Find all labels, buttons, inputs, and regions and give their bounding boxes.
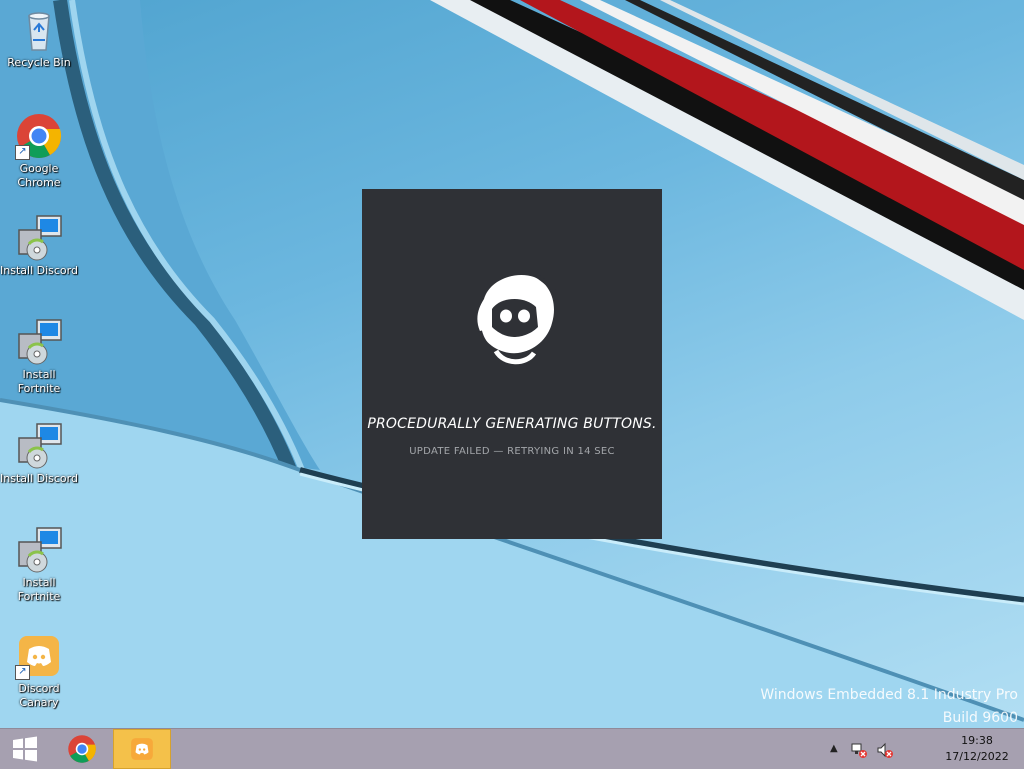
desktop-icon-label: Install Fortnite [17, 576, 61, 603]
discord-update-splash: PROCEDURALLY GENERATING BUTTONS. UPDATE … [362, 189, 662, 539]
desktop-icon-label: Install Fortnite [17, 368, 61, 395]
desktop-icon-recycle-bin[interactable]: Recycle Bin [0, 6, 78, 70]
watermark-edition: Windows Embedded 8.1 Industry Pro [760, 687, 1018, 703]
desktop-icon-label: Install Discord [0, 264, 78, 277]
chevron-up-icon[interactable]: ▲ [830, 743, 838, 754]
desktop-icon-label: Recycle Bin [7, 56, 71, 69]
taskbar-chrome-button[interactable] [60, 729, 104, 769]
discord-icon [131, 738, 153, 760]
recycle-bin-icon [15, 6, 63, 54]
desktop-icon-discord-canary[interactable]: ↗ Discord Canary [0, 632, 78, 710]
installer-icon [15, 214, 63, 262]
installer-icon [15, 422, 63, 470]
desktop-icon-install-fortnite-2[interactable]: Install Fortnite [0, 526, 78, 604]
clock-date: 17/12/2022 [945, 750, 1009, 763]
start-button[interactable] [0, 729, 50, 769]
desktop-icon-google-chrome[interactable]: ↗ Google Chrome [0, 112, 78, 190]
shortcut-arrow-icon: ↗ [15, 145, 30, 160]
desktop-icon-label: Discord Canary [18, 682, 60, 709]
taskbar-clock[interactable]: 19:38 17/12/2022 [930, 733, 1024, 765]
discord-logo-icon [477, 273, 556, 365]
desktop-icon-install-discord[interactable]: Install Discord [0, 214, 78, 278]
installer-icon [15, 526, 63, 574]
shortcut-arrow-icon: ↗ [15, 665, 30, 680]
installer-icon [15, 318, 63, 366]
discord-icon: ↗ [15, 632, 63, 680]
volume-muted-icon[interactable] [876, 741, 894, 759]
watermark-build: Build 9600 [942, 710, 1018, 726]
desktop-icon-install-fortnite[interactable]: Install Fortnite [0, 318, 78, 396]
clock-time: 19:38 [961, 734, 993, 747]
desktop-icon-label: Install Discord [0, 472, 78, 485]
windows-watermark: Windows Embedded 8.1 Industry Pro Build … [760, 684, 1018, 730]
network-error-icon[interactable] [850, 741, 868, 759]
taskbar-discord-button[interactable] [113, 729, 171, 769]
splash-title: PROCEDURALLY GENERATING BUTTONS. [367, 416, 657, 432]
chrome-icon: ↗ [15, 112, 63, 160]
desktop-icon-label: Google Chrome [17, 162, 61, 189]
chrome-icon [68, 735, 96, 763]
windows-logo-icon [13, 736, 37, 762]
splash-status: UPDATE FAILED — RETRYING IN 14 SEC [409, 446, 615, 457]
desktop-icon-install-discord-2[interactable]: Install Discord [0, 422, 78, 486]
taskbar: ▲ 19:38 17/12/2022 [0, 728, 1024, 769]
